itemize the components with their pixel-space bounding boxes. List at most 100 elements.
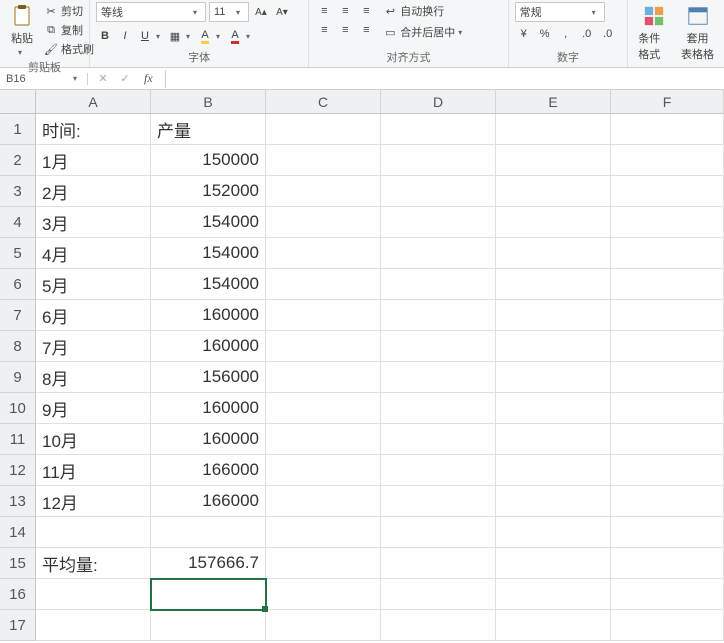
cell-B14[interactable] [151,517,266,548]
paste-button[interactable]: 粘贴 ▾ [6,2,38,59]
cell-C11[interactable] [266,424,381,455]
underline-button[interactable]: U [136,27,154,45]
cell-B6[interactable]: 154000 [151,269,266,300]
cell-C7[interactable] [266,300,381,331]
cell-C17[interactable] [266,610,381,641]
cell-B1[interactable]: 产量 [151,114,266,145]
column-header-F[interactable]: F [611,90,724,114]
cell-A14[interactable] [36,517,151,548]
font-name-select[interactable]: 等线 ▾ [96,2,206,22]
cell-F5[interactable] [611,238,724,269]
cell-F7[interactable] [611,300,724,331]
cell-D12[interactable] [381,455,496,486]
bold-button[interactable]: B [96,27,114,45]
row-header-7[interactable]: 7 [0,300,36,331]
cell-A17[interactable] [36,610,151,641]
align-left-button[interactable]: ≡ [315,21,333,39]
cell-B2[interactable]: 150000 [151,145,266,176]
row-header-3[interactable]: 3 [0,176,36,207]
cell-E15[interactable] [496,548,611,579]
cell-D13[interactable] [381,486,496,517]
wrap-text-button[interactable]: ↩ 自动换行 [381,2,468,20]
cell-C13[interactable] [266,486,381,517]
fill-color-button[interactable]: A [196,27,214,45]
cell-F13[interactable] [611,486,724,517]
cell-E10[interactable] [496,393,611,424]
cell-B4[interactable]: 154000 [151,207,266,238]
cell-C16[interactable] [266,579,381,610]
cell-C8[interactable] [266,331,381,362]
cell-C1[interactable] [266,114,381,145]
cell-A3[interactable]: 2月 [36,176,151,207]
cell-E8[interactable] [496,331,611,362]
cell-A15[interactable]: 平均量: [36,548,151,579]
cell-D8[interactable] [381,331,496,362]
cut-button[interactable]: ✂ 剪切 [42,2,96,20]
cell-E16[interactable] [496,579,611,610]
cell-F9[interactable] [611,362,724,393]
cell-E12[interactable] [496,455,611,486]
cell-F8[interactable] [611,331,724,362]
cell-C3[interactable] [266,176,381,207]
format-painter-button[interactable]: 🖌 格式刷 [42,40,96,58]
cell-C5[interactable] [266,238,381,269]
align-bottom-button[interactable]: ≡ [357,2,375,20]
cell-D1[interactable] [381,114,496,145]
column-header-D[interactable]: D [381,90,496,114]
row-header-8[interactable]: 8 [0,331,36,362]
cell-D14[interactable] [381,517,496,548]
row-header-13[interactable]: 13 [0,486,36,517]
cell-E13[interactable] [496,486,611,517]
cell-D4[interactable] [381,207,496,238]
cell-E17[interactable] [496,610,611,641]
cell-F15[interactable] [611,548,724,579]
decrease-decimal-button[interactable]: .0 [599,25,617,43]
select-all-corner[interactable] [0,90,36,114]
italic-button[interactable]: I [116,27,134,45]
row-header-12[interactable]: 12 [0,455,36,486]
cell-F3[interactable] [611,176,724,207]
align-center-button[interactable]: ≡ [336,21,354,39]
row-header-14[interactable]: 14 [0,517,36,548]
font-size-select[interactable]: 11 ▾ [209,2,249,22]
row-header-5[interactable]: 5 [0,238,36,269]
column-header-B[interactable]: B [151,90,266,114]
cell-C4[interactable] [266,207,381,238]
cell-F14[interactable] [611,517,724,548]
row-header-10[interactable]: 10 [0,393,36,424]
cell-C15[interactable] [266,548,381,579]
name-box[interactable]: B16 ▾ [0,73,88,85]
cell-F17[interactable] [611,610,724,641]
row-header-2[interactable]: 2 [0,145,36,176]
row-header-17[interactable]: 17 [0,610,36,641]
cell-D9[interactable] [381,362,496,393]
cell-E7[interactable] [496,300,611,331]
cell-A11[interactable]: 10月 [36,424,151,455]
cell-A4[interactable]: 3月 [36,207,151,238]
number-format-select[interactable]: 常规 ▾ [515,2,605,22]
row-header-4[interactable]: 4 [0,207,36,238]
row-header-1[interactable]: 1 [0,114,36,145]
cell-A8[interactable]: 7月 [36,331,151,362]
merge-center-button[interactable]: ▭ 合并后居中 ▾ [381,23,468,41]
cell-B11[interactable]: 160000 [151,424,266,455]
cell-D3[interactable] [381,176,496,207]
cell-B10[interactable]: 160000 [151,393,266,424]
cell-E14[interactable] [496,517,611,548]
align-top-button[interactable]: ≡ [315,2,333,20]
cell-F4[interactable] [611,207,724,238]
column-header-A[interactable]: A [36,90,151,114]
align-right-button[interactable]: ≡ [357,21,375,39]
cell-F6[interactable] [611,269,724,300]
cell-B8[interactable]: 160000 [151,331,266,362]
copy-button[interactable]: ⧉ 复制 [42,21,96,39]
cell-E6[interactable] [496,269,611,300]
cell-B13[interactable]: 166000 [151,486,266,517]
increase-decimal-button[interactable]: .0 [578,25,596,43]
cell-D5[interactable] [381,238,496,269]
confirm-formula-button[interactable]: ✓ [116,70,134,88]
cell-F10[interactable] [611,393,724,424]
column-header-C[interactable]: C [266,90,381,114]
cell-A7[interactable]: 6月 [36,300,151,331]
conditional-format-button[interactable]: 条件格式 [634,2,673,64]
